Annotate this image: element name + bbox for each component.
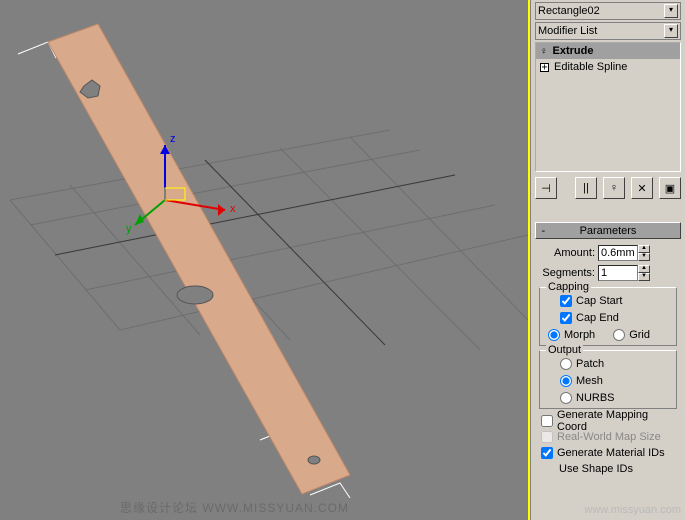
rollout-title: Parameters (580, 225, 637, 237)
morph-label: Morph (564, 329, 595, 341)
output-group: Output Patch Mesh NURBS (539, 350, 677, 409)
segments-label: Segments: (537, 267, 595, 279)
grid-label: Grid (629, 329, 650, 341)
segments-input[interactable] (598, 265, 638, 281)
modifier-stack[interactable]: ♀ Extrude + Editable Spline (535, 42, 681, 172)
gen-material-label: Generate Material IDs (557, 447, 665, 459)
axis-z-label: z (170, 133, 176, 145)
chevron-down-icon[interactable]: ▾ (664, 24, 678, 38)
gen-mapping-checkbox[interactable] (541, 415, 553, 427)
cap-end-checkbox[interactable] (560, 312, 572, 324)
grid-radio[interactable] (613, 329, 625, 341)
chevron-down-icon[interactable]: ▾ (664, 4, 678, 18)
group-title: Capping (546, 281, 591, 293)
gen-mapping-label: Generate Mapping Coord (557, 409, 679, 433)
cap-start-label: Cap Start (576, 295, 622, 307)
patch-label: Patch (576, 358, 604, 370)
watermark-text: 思缘设计论坛 WWW.MISSYUAN.COM (120, 499, 349, 516)
show-end-result-button[interactable]: || (575, 177, 597, 199)
cap-start-checkbox[interactable] (560, 295, 572, 307)
configure-sets-button[interactable]: ▣ (659, 177, 681, 199)
parameters-rollout: Amount: ▲▼ Segments: ▲▼ Capping Cap Star… (531, 241, 685, 479)
spinner-up-icon[interactable]: ▲ (638, 265, 650, 273)
nurbs-radio[interactable] (560, 392, 572, 404)
minus-icon: - (540, 224, 547, 237)
stack-item-label: Editable Spline (554, 61, 627, 73)
use-shape-label: Use Shape IDs (559, 463, 633, 475)
stack-item-editable-spline[interactable]: + Editable Spline (536, 59, 680, 75)
command-panel: Rectangle02 ▾ Modifier List ▾ ♀ Extrude … (530, 0, 685, 520)
nurbs-label: NURBS (576, 392, 615, 404)
spinner-up-icon[interactable]: ▲ (638, 245, 650, 253)
spinner-down-icon[interactable]: ▼ (638, 273, 650, 281)
mesh-label: Mesh (576, 375, 603, 387)
make-unique-button[interactable]: ♀ (603, 177, 625, 199)
rollout-header-parameters[interactable]: - Parameters (535, 222, 681, 239)
gen-material-checkbox[interactable] (541, 447, 553, 459)
axis-y-label: y (126, 223, 132, 235)
stack-toolbar: ⊣ || ♀ ✕ ▣ (531, 174, 685, 202)
viewport-canvas: x y z (0, 0, 528, 520)
object-name-value: Rectangle02 (538, 5, 664, 17)
modifier-list-label: Modifier List (538, 25, 664, 37)
real-world-checkbox (541, 431, 553, 443)
expand-icon[interactable]: + (540, 63, 549, 72)
stack-item-extrude[interactable]: ♀ Extrude (536, 43, 680, 59)
real-world-label: Real-World Map Size (557, 431, 661, 443)
remove-modifier-button[interactable]: ✕ (631, 177, 653, 199)
morph-radio[interactable] (548, 329, 560, 341)
spinner-down-icon[interactable]: ▼ (638, 253, 650, 261)
group-title: Output (546, 344, 583, 356)
mesh-radio[interactable] (560, 375, 572, 387)
segments-spinner[interactable]: ▲▼ (598, 265, 650, 281)
pin-stack-button[interactable]: ⊣ (535, 177, 557, 199)
cap-end-label: Cap End (576, 312, 619, 324)
amount-label: Amount: (537, 247, 595, 259)
perspective-viewport[interactable]: x y z 思缘设计论坛 WWW.MISSYUAN.COM (0, 0, 528, 520)
amount-spinner[interactable]: ▲▼ (598, 245, 650, 261)
modifier-list-dropdown[interactable]: Modifier List ▾ (535, 22, 681, 40)
axis-x-label: x (230, 203, 236, 215)
stack-item-label: Extrude (553, 45, 594, 57)
amount-input[interactable] (598, 245, 638, 261)
object-name-dropdown[interactable]: Rectangle02 ▾ (535, 2, 681, 20)
lightbulb-icon[interactable]: ♀ (540, 46, 548, 57)
capping-group: Capping Cap Start Cap End Morph Grid (539, 287, 677, 346)
patch-radio[interactable] (560, 358, 572, 370)
watermark-url: www.missyuan.com (584, 504, 681, 516)
